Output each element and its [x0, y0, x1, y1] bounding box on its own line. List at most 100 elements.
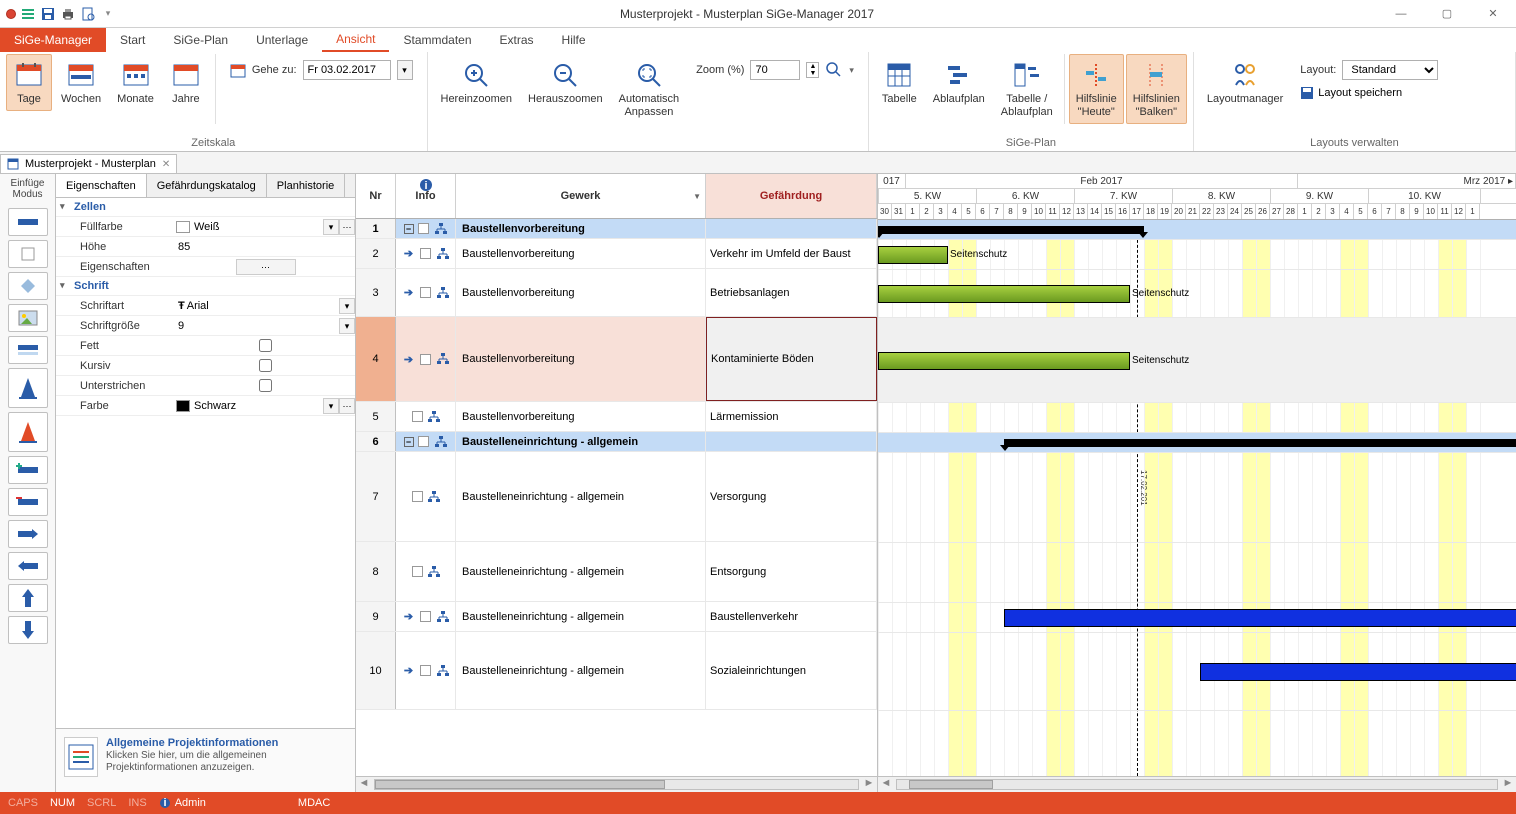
table-row[interactable]: 9➔Baustelleneinrichtung - allgemeinBaust… — [356, 602, 877, 632]
timeline-row[interactable] — [878, 633, 1516, 711]
summary-bar[interactable] — [878, 226, 1144, 234]
zoom-in-button[interactable]: Hereinzoomen — [434, 54, 520, 111]
tool-cone-orange-button[interactable] — [8, 412, 48, 452]
row-gefährdung[interactable]: Sozialeinrichtungen — [706, 632, 877, 709]
timeline-row[interactable] — [878, 433, 1516, 453]
fill-dropdown[interactable]: ▾ — [323, 219, 339, 235]
hilfslinien-balken-button[interactable]: Hilfslinien "Balken" — [1126, 54, 1187, 124]
col-nr[interactable]: Nr — [356, 174, 396, 218]
maximize-button[interactable]: ▢ — [1424, 0, 1470, 28]
task-bar[interactable] — [878, 246, 948, 264]
table-row[interactable]: 1−Baustellenvorbereitung — [356, 219, 877, 239]
prop-tab-planhistorie[interactable]: Planhistorie — [267, 174, 345, 197]
tool-cone-blue-button[interactable] — [8, 368, 48, 408]
tab-start[interactable]: Start — [106, 28, 159, 52]
prop-tab-eigenschaften[interactable]: Eigenschaften — [56, 174, 147, 197]
row-gewerk[interactable]: Baustellenvorbereitung — [456, 219, 706, 238]
col-gewerk[interactable]: Gewerk▼ — [456, 174, 706, 218]
tool-move-left-button[interactable] — [8, 552, 48, 580]
row-gewerk[interactable]: Baustelleneinrichtung - allgemein — [456, 452, 706, 541]
save-icon[interactable] — [40, 6, 56, 22]
checkbox-icon[interactable] — [419, 610, 433, 624]
doc-tab-close-icon[interactable]: ✕ — [162, 159, 170, 170]
checkbox-icon[interactable] — [419, 352, 433, 366]
checkbox-icon[interactable] — [417, 222, 431, 236]
tool-split-top-button[interactable] — [8, 336, 48, 364]
tool-add-row-button[interactable] — [8, 456, 48, 484]
under-checkbox[interactable] — [259, 379, 272, 392]
tool-move-right-button[interactable] — [8, 520, 48, 548]
summary-bar[interactable] — [1004, 439, 1516, 447]
table-row[interactable]: 5BaustellenvorbereitungLärmemission — [356, 402, 877, 432]
timeline-row[interactable]: Seitenschutz — [878, 318, 1516, 403]
zoom-fit-button[interactable]: Automatisch Anpassen — [612, 54, 687, 124]
timeline-row[interactable] — [878, 453, 1516, 543]
col-info[interactable]: Infoi — [396, 174, 456, 218]
table-row[interactable]: 10➔Baustelleneinrichtung - allgemeinSozi… — [356, 632, 877, 710]
layoutmanager-button[interactable]: Layoutmanager — [1200, 54, 1290, 111]
collapse-icon[interactable]: − — [404, 224, 414, 234]
timeline-row[interactable]: Seitenschutz — [878, 270, 1516, 318]
task-bar[interactable] — [1200, 663, 1516, 681]
tab-stammdaten[interactable]: Stammdaten — [389, 28, 485, 52]
timeline-row[interactable]: Seitenschutz — [878, 240, 1516, 270]
timeline-hscroll[interactable]: ◄ ► — [878, 776, 1516, 792]
tab-sigeplan[interactable]: SiGe-Plan — [159, 28, 242, 52]
monate-button[interactable]: Monate — [110, 54, 161, 111]
task-bar[interactable] — [878, 352, 1130, 370]
row-gefährdung[interactable]: Versorgung — [706, 452, 877, 541]
layout-save-button[interactable]: Layout speichern — [1300, 86, 1402, 100]
col-gefährdung[interactable]: Gefährdung — [706, 174, 877, 218]
height-input[interactable] — [176, 241, 355, 253]
font-dropdown[interactable]: ▾ — [339, 298, 355, 314]
color-dropdown[interactable]: ▾ — [323, 398, 339, 414]
tabelle-ablaufplan-button[interactable]: Tabelle / Ablaufplan — [994, 54, 1060, 124]
timeline-row[interactable] — [878, 220, 1516, 240]
tage-button[interactable]: Tage — [6, 54, 52, 111]
preview-icon[interactable] — [80, 6, 96, 22]
checkbox-icon[interactable] — [410, 490, 424, 504]
row-gefährdung[interactable]: Kontaminierte Böden — [706, 317, 877, 401]
prop-tab-gefährdungskatalog[interactable]: Gefährdungskatalog — [147, 174, 267, 197]
checkbox-icon[interactable] — [419, 664, 433, 678]
timeline-row[interactable] — [878, 603, 1516, 633]
gehe-zu-dropdown[interactable]: ▾ — [397, 60, 413, 80]
row-gefährdung[interactable] — [706, 432, 877, 451]
tool-move-down-button[interactable] — [8, 616, 48, 644]
zoom-spinner[interactable]: ▲▼ — [806, 62, 819, 78]
tab-ansicht[interactable]: Ansicht — [322, 28, 389, 52]
qat-dropdown-icon[interactable]: ▾ — [100, 6, 116, 22]
table-row[interactable]: 8Baustelleneinrichtung - allgemeinEntsor… — [356, 542, 877, 602]
row-gewerk[interactable]: Baustellenvorbereitung — [456, 402, 706, 431]
timeline-row[interactable] — [878, 543, 1516, 603]
layout-select[interactable]: Standard — [1342, 60, 1438, 80]
hilfslinie-heute-button[interactable]: Hilfslinie "Heute" — [1069, 54, 1124, 124]
checkbox-icon[interactable] — [419, 286, 433, 300]
checkbox-icon[interactable] — [410, 410, 424, 424]
row-gefährdung[interactable]: Verkehr im Umfeld der Baust — [706, 239, 877, 268]
row-gewerk[interactable]: Baustelleneinrichtung - allgemein — [456, 542, 706, 601]
grid-hscroll[interactable]: ◄ ► — [356, 776, 877, 792]
prop-group-zellen[interactable]: Zellen — [56, 198, 355, 217]
tool-remove-row-button[interactable] — [8, 488, 48, 516]
tool-image-button[interactable] — [8, 304, 48, 332]
row-gewerk[interactable]: Baustelleneinrichtung - allgemein — [456, 632, 706, 709]
row-gewerk[interactable]: Baustelleneinrichtung - allgemein — [456, 432, 706, 451]
italic-checkbox[interactable] — [259, 359, 272, 372]
table-row[interactable]: 6−Baustelleneinrichtung - allgemein — [356, 432, 877, 452]
tool-milestone-button[interactable] — [8, 240, 48, 268]
zoom-input[interactable] — [750, 60, 800, 80]
task-bar[interactable] — [1004, 609, 1516, 627]
row-gefährdung[interactable]: Entsorgung — [706, 542, 877, 601]
timeline-row[interactable] — [878, 403, 1516, 433]
tool-move-up-button[interactable] — [8, 584, 48, 612]
app-tab[interactable]: SiGe-Manager — [0, 28, 106, 52]
row-gewerk[interactable]: Baustelleneinrichtung - allgemein — [456, 602, 706, 631]
gehe-zu-input[interactable] — [303, 60, 391, 80]
prop-group-schrift[interactable]: Schrift — [56, 277, 355, 296]
fill-more[interactable]: ⋯ — [339, 219, 355, 235]
minimize-button[interactable]: — — [1378, 0, 1424, 28]
zoom-search-icon[interactable] — [825, 61, 843, 79]
tool-diamond-button[interactable] — [8, 272, 48, 300]
checkbox-icon[interactable] — [410, 565, 424, 579]
